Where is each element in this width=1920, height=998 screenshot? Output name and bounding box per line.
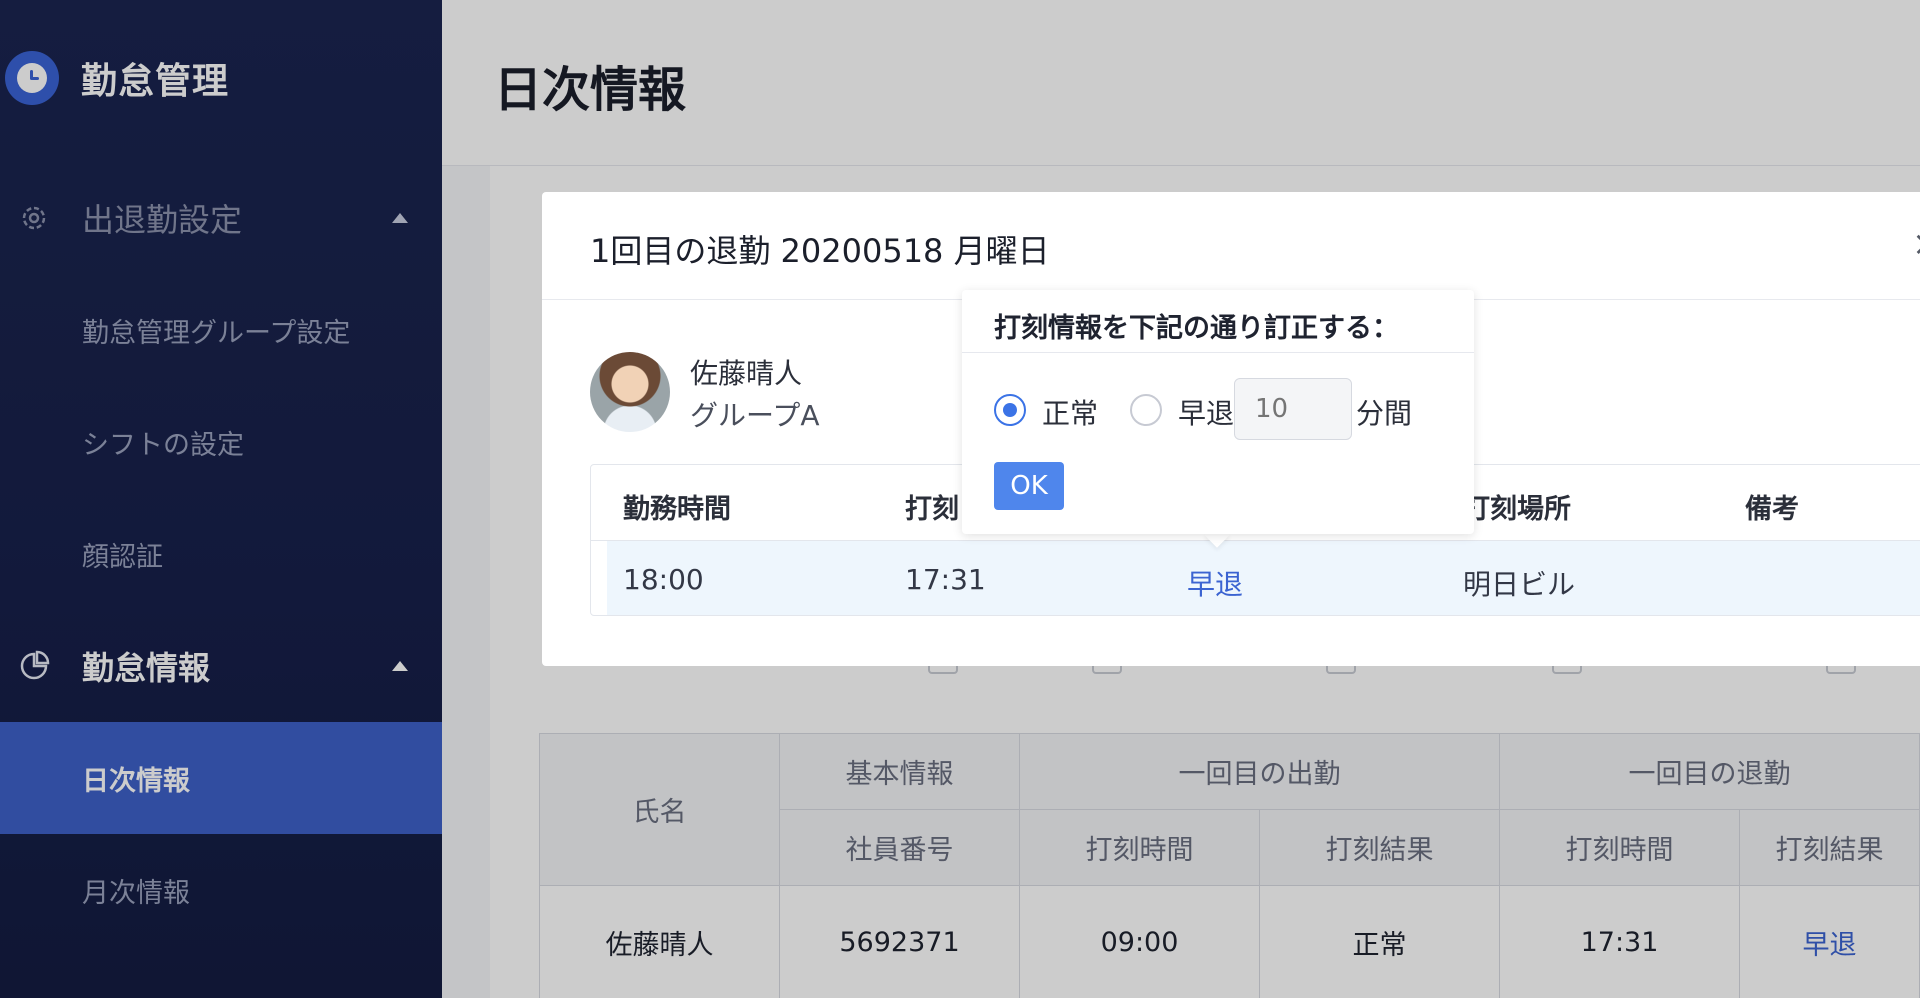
divider xyxy=(962,352,1474,353)
radio-early-leave-label[interactable]: 早退 xyxy=(1178,392,1234,432)
minutes-input[interactable] xyxy=(1234,378,1352,440)
popover-title: 打刻情報を下記の通り訂正する： xyxy=(994,313,1399,344)
cell-punch-time: 17:31 xyxy=(905,563,986,596)
correction-popover: 打刻情報を下記の通り訂正する： 正常 早退 分間 OK xyxy=(962,290,1474,534)
person-group: グループA xyxy=(690,399,820,432)
column-header-note: 備考 xyxy=(1745,494,1799,525)
cell-work-time: 18:00 xyxy=(623,563,704,596)
person-name: 佐藤晴人 xyxy=(690,357,803,390)
radio-normal-label[interactable]: 正常 xyxy=(1042,392,1098,432)
minutes-unit: 分間 xyxy=(1356,397,1413,430)
close-icon[interactable]: × xyxy=(1912,224,1920,264)
column-header-work-time: 勤務時間 xyxy=(623,494,731,525)
column-header-punch: 打刻 xyxy=(905,494,959,525)
table-row: 18:00 17:31 早退 明日ビル xyxy=(607,541,1920,615)
ok-button[interactable]: OK xyxy=(994,462,1064,510)
avatar xyxy=(590,352,670,432)
radio-early-leave[interactable] xyxy=(1130,394,1162,426)
column-header-location: 打刻場所 xyxy=(1463,494,1571,525)
radio-normal[interactable] xyxy=(994,394,1026,426)
result-link[interactable]: 早退 xyxy=(1187,563,1243,603)
modal-header: 1回目の退勤 20200518 月曜日 × xyxy=(542,192,1920,300)
modal-title: 1回目の退勤 20200518 月曜日 xyxy=(590,232,1050,270)
cell-location: 明日ビル xyxy=(1463,568,1576,601)
